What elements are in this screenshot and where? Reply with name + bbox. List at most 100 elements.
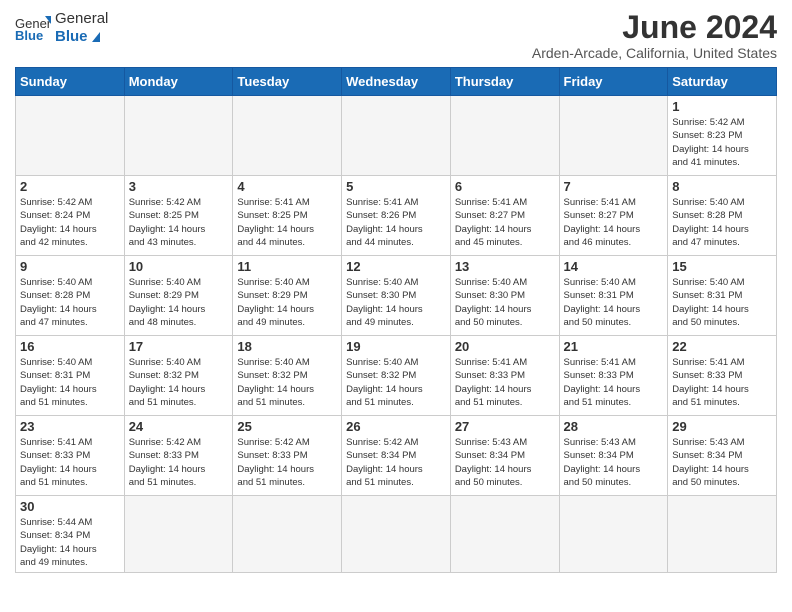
- day-number: 18: [237, 339, 337, 354]
- day-info: Sunrise: 5:41 AM Sunset: 8:33 PM Dayligh…: [20, 436, 120, 489]
- day-number: 16: [20, 339, 120, 354]
- weekday-header-wednesday: Wednesday: [342, 68, 451, 96]
- calendar-cell: [124, 96, 233, 176]
- day-info: Sunrise: 5:42 AM Sunset: 8:34 PM Dayligh…: [346, 436, 446, 489]
- calendar-cell: [16, 96, 125, 176]
- day-info: Sunrise: 5:40 AM Sunset: 8:29 PM Dayligh…: [129, 276, 229, 329]
- calendar-cell: 20 Sunrise: 5:41 AM Sunset: 8:33 PM Dayli…: [450, 336, 559, 416]
- calendar-cell: [450, 496, 559, 573]
- calendar-cell: 25Sunrise: 5:42 AM Sunset: 8:33 PM Dayli…: [233, 416, 342, 496]
- day-number: 8: [672, 179, 772, 194]
- calendar-cell: 18 Sunrise: 5:40 AM Sunset: 8:32 PM Dayli…: [233, 336, 342, 416]
- day-info: Sunrise: 5:43 AM Sunset: 8:34 PM Dayligh…: [672, 436, 772, 489]
- weekday-header-monday: Monday: [124, 68, 233, 96]
- day-number: 4: [237, 179, 337, 194]
- day-number: 3: [129, 179, 229, 194]
- day-number: 26: [346, 419, 446, 434]
- day-info: Sunrise: 5:41 AM Sunset: 8:33 PM Dayligh…: [564, 356, 664, 409]
- calendar-cell: [342, 496, 451, 573]
- logo-blue-text: Blue: [55, 28, 108, 46]
- day-info: Sunrise: 5:40 AM Sunset: 8:32 PM Dayligh…: [346, 356, 446, 409]
- calendar-cell: 8Sunrise: 5:40 AM Sunset: 8:28 PM Daylig…: [668, 176, 777, 256]
- day-number: 13: [455, 259, 555, 274]
- day-number: 17: [129, 339, 229, 354]
- day-info: Sunrise: 5:42 AM Sunset: 8:33 PM Dayligh…: [129, 436, 229, 489]
- calendar-cell: 16Sunrise: 5:40 AM Sunset: 8:31 PM Dayli…: [16, 336, 125, 416]
- calendar-cell: 1 Sunrise: 5:42 AM Sunset: 8:23 PM Daylig…: [668, 96, 777, 176]
- calendar-week-row: 9Sunrise: 5:40 AM Sunset: 8:28 PM Daylig…: [16, 256, 777, 336]
- day-number: 29: [672, 419, 772, 434]
- weekday-header-saturday: Saturday: [668, 68, 777, 96]
- calendar-week-row: 1 Sunrise: 5:42 AM Sunset: 8:23 PM Daylig…: [16, 96, 777, 176]
- calendar-cell: 7 Sunrise: 5:41 AM Sunset: 8:27 PM Daylig…: [559, 176, 668, 256]
- calendar-cell: [668, 496, 777, 573]
- calendar-week-row: 2 Sunrise: 5:42 AM Sunset: 8:24 PM Daylig…: [16, 176, 777, 256]
- day-info: Sunrise: 5:42 AM Sunset: 8:23 PM Dayligh…: [672, 116, 772, 169]
- day-info: Sunrise: 5:41 AM Sunset: 8:33 PM Dayligh…: [455, 356, 555, 409]
- calendar-cell: [559, 496, 668, 573]
- day-number: 11: [237, 259, 337, 274]
- logo-general-text: General: [55, 10, 108, 28]
- calendar-cell: [342, 96, 451, 176]
- day-info: Sunrise: 5:40 AM Sunset: 8:30 PM Dayligh…: [346, 276, 446, 329]
- calendar-cell: 6Sunrise: 5:41 AM Sunset: 8:27 PM Daylig…: [450, 176, 559, 256]
- day-number: 7: [564, 179, 664, 194]
- day-info: Sunrise: 5:40 AM Sunset: 8:31 PM Dayligh…: [672, 276, 772, 329]
- calendar-cell: 19 Sunrise: 5:40 AM Sunset: 8:32 PM Dayli…: [342, 336, 451, 416]
- day-info: Sunrise: 5:44 AM Sunset: 8:34 PM Dayligh…: [20, 516, 120, 569]
- calendar-cell: 15 Sunrise: 5:40 AM Sunset: 8:31 PM Dayli…: [668, 256, 777, 336]
- weekday-header-row: SundayMondayTuesdayWednesdayThursdayFrid…: [16, 68, 777, 96]
- calendar-cell: 22Sunrise: 5:41 AM Sunset: 8:33 PM Dayli…: [668, 336, 777, 416]
- calendar-cell: 2 Sunrise: 5:42 AM Sunset: 8:24 PM Daylig…: [16, 176, 125, 256]
- day-number: 15: [672, 259, 772, 274]
- day-info: Sunrise: 5:40 AM Sunset: 8:30 PM Dayligh…: [455, 276, 555, 329]
- day-info: Sunrise: 5:41 AM Sunset: 8:27 PM Dayligh…: [564, 196, 664, 249]
- calendar-cell: 28Sunrise: 5:43 AM Sunset: 8:34 PM Dayli…: [559, 416, 668, 496]
- day-number: 10: [129, 259, 229, 274]
- day-number: 20: [455, 339, 555, 354]
- day-info: Sunrise: 5:40 AM Sunset: 8:32 PM Dayligh…: [237, 356, 337, 409]
- day-info: Sunrise: 5:40 AM Sunset: 8:28 PM Dayligh…: [20, 276, 120, 329]
- svg-text:Blue: Blue: [15, 28, 43, 42]
- day-number: 14: [564, 259, 664, 274]
- day-info: Sunrise: 5:43 AM Sunset: 8:34 PM Dayligh…: [455, 436, 555, 489]
- calendar-cell: [233, 496, 342, 573]
- calendar-cell: 24 Sunrise: 5:42 AM Sunset: 8:33 PM Dayli…: [124, 416, 233, 496]
- day-info: Sunrise: 5:42 AM Sunset: 8:25 PM Dayligh…: [129, 196, 229, 249]
- calendar-cell: 26 Sunrise: 5:42 AM Sunset: 8:34 PM Dayli…: [342, 416, 451, 496]
- calendar-cell: 27 Sunrise: 5:43 AM Sunset: 8:34 PM Dayli…: [450, 416, 559, 496]
- day-info: Sunrise: 5:41 AM Sunset: 8:33 PM Dayligh…: [672, 356, 772, 409]
- day-number: 6: [455, 179, 555, 194]
- day-info: Sunrise: 5:40 AM Sunset: 8:31 PM Dayligh…: [564, 276, 664, 329]
- calendar-cell: 17 Sunrise: 5:40 AM Sunset: 8:32 PM Dayli…: [124, 336, 233, 416]
- day-info: Sunrise: 5:42 AM Sunset: 8:24 PM Dayligh…: [20, 196, 120, 249]
- calendar-week-row: 30 Sunrise: 5:44 AM Sunset: 8:34 PM Dayli…: [16, 496, 777, 573]
- calendar-cell: 5 Sunrise: 5:41 AM Sunset: 8:26 PM Daylig…: [342, 176, 451, 256]
- day-number: 30: [20, 499, 120, 514]
- calendar-cell: 30 Sunrise: 5:44 AM Sunset: 8:34 PM Dayli…: [16, 496, 125, 573]
- day-number: 19: [346, 339, 446, 354]
- weekday-header-tuesday: Tuesday: [233, 68, 342, 96]
- calendar-table: SundayMondayTuesdayWednesdayThursdayFrid…: [15, 67, 777, 573]
- day-info: Sunrise: 5:40 AM Sunset: 8:32 PM Dayligh…: [129, 356, 229, 409]
- calendar-cell: 23 Sunrise: 5:41 AM Sunset: 8:33 PM Dayli…: [16, 416, 125, 496]
- calendar-cell: 13 Sunrise: 5:40 AM Sunset: 8:30 PM Dayli…: [450, 256, 559, 336]
- month-title: June 2024: [532, 10, 777, 45]
- day-info: Sunrise: 5:42 AM Sunset: 8:33 PM Dayligh…: [237, 436, 337, 489]
- day-number: 12: [346, 259, 446, 274]
- day-number: 21: [564, 339, 664, 354]
- day-number: 27: [455, 419, 555, 434]
- day-number: 23: [20, 419, 120, 434]
- day-number: 28: [564, 419, 664, 434]
- day-info: Sunrise: 5:41 AM Sunset: 8:26 PM Dayligh…: [346, 196, 446, 249]
- day-number: 2: [20, 179, 120, 194]
- day-info: Sunrise: 5:40 AM Sunset: 8:29 PM Dayligh…: [237, 276, 337, 329]
- day-number: 24: [129, 419, 229, 434]
- calendar-week-row: 16Sunrise: 5:40 AM Sunset: 8:31 PM Dayli…: [16, 336, 777, 416]
- day-number: 1: [672, 99, 772, 114]
- day-number: 5: [346, 179, 446, 194]
- calendar-cell: 21 Sunrise: 5:41 AM Sunset: 8:33 PM Dayli…: [559, 336, 668, 416]
- calendar-cell: 14 Sunrise: 5:40 AM Sunset: 8:31 PM Dayli…: [559, 256, 668, 336]
- calendar-cell: [450, 96, 559, 176]
- weekday-header-thursday: Thursday: [450, 68, 559, 96]
